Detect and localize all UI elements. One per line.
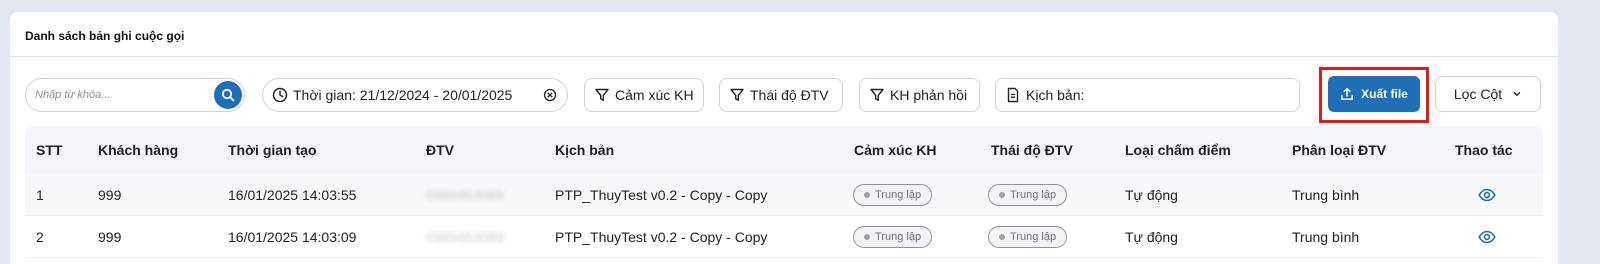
script-select-label: Kịch bản: [1026,87,1085,103]
title-divider [10,56,1558,57]
document-icon [1007,87,1019,103]
cell-created-time: 16/01/2025 14:03:09 [228,228,357,245]
header-agent: ĐTV [426,142,454,158]
emotion-badge: Trung lập [853,225,933,248]
clear-icon[interactable] [542,87,558,103]
filter-icon [730,88,744,101]
cell-created-time: 16/01/2025 14:03:55 [228,186,357,203]
cell-attitude: Trung lập [988,174,1068,215]
date-range-label: Thời gian: 21/12/2024 - 20/01/2025 [293,87,513,103]
filter-icon [595,88,609,101]
status-dot [864,233,870,240]
column-filter-dropdown[interactable]: Lọc Cột [1435,76,1541,112]
search-box [25,78,245,112]
cell-stt: 1 [36,186,44,203]
search-button[interactable] [214,81,242,109]
attitude-badge-label: Trung lập [1010,230,1057,243]
column-filter-label: Lọc Cột [1453,86,1503,102]
table-header: STT Khách hàng Thời gian tạo ĐTV Kịch bả… [25,126,1543,174]
filter-emotion-button[interactable]: Cảm xúc KH [584,78,704,112]
cell-script: PTP_ThuyTest v0.2 - Copy - Copy [555,228,768,245]
header-agent-class: Phân loại ĐTV [1292,142,1387,158]
date-range-picker[interactable]: Thời gian: 21/12/2024 - 20/01/2025 [262,78,568,112]
call-records-table: STT Khách hàng Thời gian tạo ĐTV Kịch bả… [25,126,1543,258]
table-row: 1 999 16/01/2025 14:03:55 0989453089 PTP… [25,174,1543,216]
script-select[interactable]: Kịch bản: [995,78,1300,112]
emotion-badge-label: Trung lập [875,230,922,243]
view-detail-button[interactable] [1478,174,1496,215]
eye-icon [1478,230,1496,243]
attitude-badge: Trung lập [988,225,1068,248]
emotion-badge-label: Trung lập [875,188,922,201]
cell-agent-class: Trung bình [1292,186,1360,203]
header-emotion: Cảm xúc KH [854,142,937,158]
header-customer: Khách hàng [98,142,179,158]
filter-attitude-label: Thái độ ĐTV [750,87,829,103]
emotion-badge: Trung lập [853,183,933,206]
cell-emotion: Trung lập [853,174,933,215]
status-dot [999,191,1005,198]
eye-icon [1478,188,1496,201]
cell-attitude: Trung lập [988,216,1068,257]
upload-icon [1341,87,1354,100]
page-title: Danh sách bản ghi cuộc gọi [25,29,185,43]
filter-attitude-button[interactable]: Thái độ ĐTV [719,78,843,112]
header-attitude: Thái độ ĐTV [991,142,1073,158]
cell-agent-class: Trung bình [1292,228,1360,245]
cell-scoring-type: Tự động [1125,228,1178,245]
cell-scoring-type: Tự động [1125,186,1178,203]
header-scoring-type: Loại chấm điểm [1125,142,1231,158]
call-records-card: Danh sách bản ghi cuộc gọi Thời gian: 21… [10,12,1558,264]
search-input[interactable] [26,79,212,111]
attitude-badge-label: Trung lập [1010,188,1057,201]
filter-icon [870,88,884,101]
cell-script: PTP_ThuyTest v0.2 - Copy - Copy [555,186,768,203]
header-stt: STT [36,142,63,158]
cell-customer: 999 [98,228,122,245]
filter-feedback-button[interactable]: KH phản hồi [859,78,980,112]
export-file-label: Xuất file [1361,87,1408,101]
status-dot [864,191,870,198]
cell-customer: 999 [98,186,122,203]
cell-agent: 0989453089 [426,186,504,203]
attitude-badge: Trung lập [988,183,1068,206]
export-file-button[interactable]: Xuất file [1328,76,1420,112]
filter-emotion-label: Cảm xúc KH [615,87,694,103]
header-created-time: Thời gian tạo [228,142,317,158]
chevron-down-icon [1513,92,1521,96]
search-icon [221,88,235,102]
cell-agent: 0989453089 [426,228,504,245]
clock-icon [272,87,288,103]
cell-stt: 2 [36,228,44,245]
table-row: 2 999 16/01/2025 14:03:09 0989453089 PTP… [25,216,1543,258]
cell-emotion: Trung lập [853,216,933,257]
header-script: Kịch bản [555,142,615,158]
filter-feedback-label: KH phản hồi [890,87,968,103]
view-detail-button[interactable] [1478,216,1496,257]
status-dot [999,233,1005,240]
header-actions: Thao tác [1455,142,1513,158]
